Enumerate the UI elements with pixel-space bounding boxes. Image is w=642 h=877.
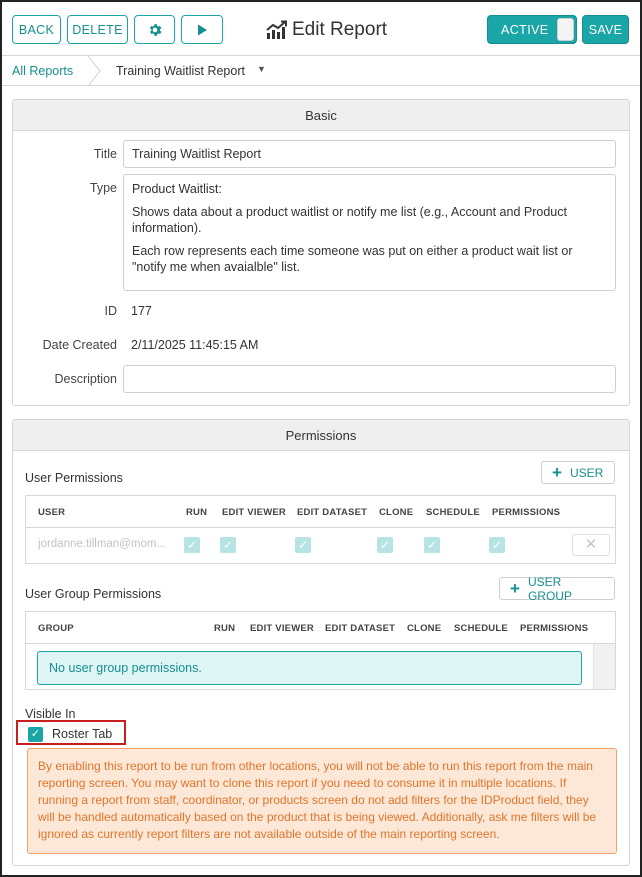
column-header: GROUP xyxy=(38,623,74,634)
column-header: CLONE xyxy=(407,623,442,634)
type-line: Product Waitlist: xyxy=(132,182,222,196)
roster-tab-highlight: ✓ Roster Tab xyxy=(16,720,126,745)
basic-panel: Basic Title Training Waitlist Report Typ… xyxy=(12,99,630,406)
column-header: SCHEDULE xyxy=(454,623,508,634)
type-label: Type xyxy=(89,181,117,195)
column-header: RUN xyxy=(186,507,208,518)
visible-in-label: Visible In xyxy=(25,707,76,721)
roster-tab-label[interactable]: Roster Tab xyxy=(52,727,112,741)
toggle-knob xyxy=(557,18,574,41)
settings-button[interactable] xyxy=(134,15,175,44)
type-line: Each row represents each time someone wa… xyxy=(132,243,573,275)
description-input[interactable] xyxy=(123,365,616,393)
visible-in-warning: By enabling this report to be run from o… xyxy=(27,748,617,854)
breadcrumb-all-reports[interactable]: All Reports xyxy=(12,64,73,78)
date-created-label: Date Created xyxy=(42,338,117,352)
column-header: USER xyxy=(38,507,66,518)
basic-panel-heading: Basic xyxy=(13,100,629,131)
column-header: RUN xyxy=(214,623,236,634)
edit-viewer-checkbox[interactable]: ✓ xyxy=(220,537,236,553)
title-label: Title xyxy=(93,147,117,161)
plus-icon: + xyxy=(552,463,562,482)
table-scrollbar[interactable] xyxy=(593,644,615,689)
add-user-label: USER xyxy=(569,465,604,480)
column-header: EDIT VIEWER xyxy=(222,507,286,518)
description-label: Description xyxy=(54,372,117,386)
type-line: Shows data about a product waitlist or n… xyxy=(132,204,567,236)
run-checkbox[interactable]: ✓ xyxy=(184,537,200,553)
delete-button[interactable]: DELETE xyxy=(67,15,128,44)
id-label: ID xyxy=(104,304,118,318)
add-user-group-label: USER GROUP xyxy=(527,574,572,603)
breadcrumb-current-report[interactable]: Training Waitlist Report xyxy=(116,64,245,78)
table-row: jordanne.tillman@mom... ✓ ✓ ✓ ✓ ✓ ✓ ✕ xyxy=(26,528,615,561)
user-permissions-label: User Permissions xyxy=(25,471,123,485)
breadcrumb: All Reports Training Waitlist Report ▼ xyxy=(2,56,640,86)
active-toggle-label: ACTIVE xyxy=(501,23,549,37)
breadcrumb-separator-icon xyxy=(87,56,101,86)
back-button[interactable]: BACK xyxy=(12,15,61,44)
chevron-down-icon[interactable]: ▼ xyxy=(257,64,266,74)
active-toggle[interactable]: ACTIVE xyxy=(487,15,577,44)
column-header: CLONE xyxy=(379,507,414,518)
id-value: 177 xyxy=(131,304,152,318)
group-permissions-header: GROUP RUN EDIT VIEWER EDIT DATASET CLONE… xyxy=(26,612,615,644)
add-user-group-button[interactable]: + USER GROUP xyxy=(499,574,615,603)
group-permissions-table: GROUP RUN EDIT VIEWER EDIT DATASET CLONE… xyxy=(25,611,616,690)
run-button[interactable] xyxy=(181,15,223,44)
report-chart-icon xyxy=(266,20,287,39)
date-created-value: 2/11/2025 11:45:15 AM xyxy=(131,338,259,352)
column-header: PERMISSIONS xyxy=(520,623,589,634)
user-cell: jordanne.tillman@mom... xyxy=(38,538,166,550)
remove-user-button[interactable]: ✕ xyxy=(572,534,610,556)
add-user-button[interactable]: + USER xyxy=(541,461,615,484)
column-header: EDIT DATASET xyxy=(325,623,396,634)
app-frame: BACK DELETE Edit Report ACTIVE SAVE All … xyxy=(0,0,642,877)
page-title-group: Edit Report xyxy=(266,16,387,44)
edit-dataset-checkbox[interactable]: ✓ xyxy=(295,537,311,553)
table-row: No user group permissions. xyxy=(26,644,615,690)
schedule-checkbox[interactable]: ✓ xyxy=(424,537,440,553)
toolbar: BACK DELETE Edit Report ACTIVE SAVE xyxy=(2,2,640,56)
column-header: PERMISSIONS xyxy=(492,507,561,518)
type-textarea[interactable]: Product Waitlist: Shows data about a pro… xyxy=(123,174,616,291)
clone-checkbox[interactable]: ✓ xyxy=(377,537,393,553)
user-permissions-table: USER RUN EDIT VIEWER EDIT DATASET CLONE … xyxy=(25,495,616,564)
group-permissions-label: User Group Permissions xyxy=(25,587,162,601)
save-button[interactable]: SAVE xyxy=(582,15,629,44)
title-input[interactable]: Training Waitlist Report xyxy=(123,140,616,168)
gear-icon xyxy=(149,23,161,36)
permissions-panel-heading: Permissions xyxy=(13,420,629,451)
plus-icon: + xyxy=(510,579,520,598)
roster-tab-checkbox[interactable]: ✓ xyxy=(28,727,43,742)
column-header: EDIT DATASET xyxy=(297,507,368,518)
permissions-checkbox[interactable]: ✓ xyxy=(489,537,505,553)
group-empty-message: No user group permissions. xyxy=(37,651,582,685)
play-icon xyxy=(198,24,207,35)
user-permissions-header: USER RUN EDIT VIEWER EDIT DATASET CLONE … xyxy=(26,496,615,528)
column-header: SCHEDULE xyxy=(426,507,480,518)
column-header: EDIT VIEWER xyxy=(250,623,314,634)
page-title: Edit Report xyxy=(292,19,388,40)
